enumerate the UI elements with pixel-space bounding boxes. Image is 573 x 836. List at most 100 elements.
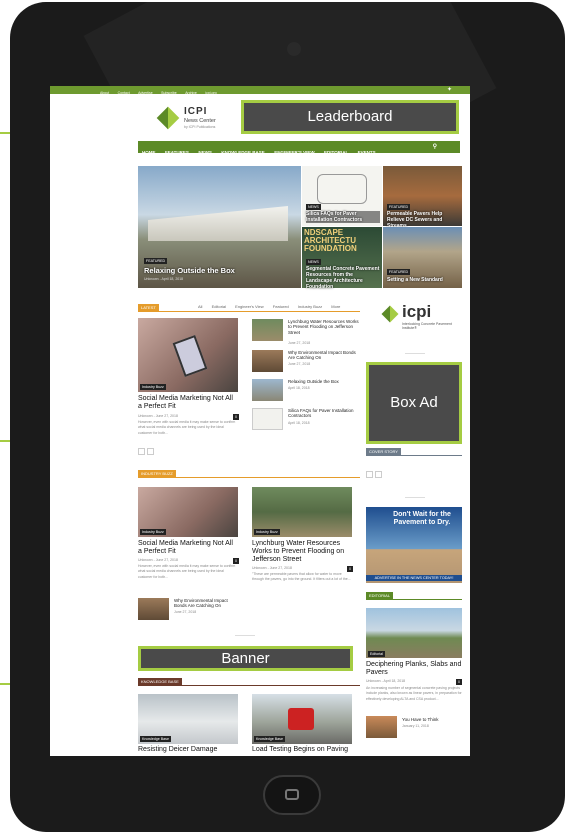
kb-2-tag: Knowledge Base xyxy=(254,736,285,742)
latest-item-1-title[interactable]: Lynchburg Water Resources Works to Preve… xyxy=(288,319,360,335)
kb-1-title[interactable]: Resisting Deicer Damage xyxy=(138,746,238,754)
buzz-small-title[interactable]: Why Environmental Impact Bonds Are Catch… xyxy=(174,598,238,609)
site-logo[interactable]: ICPI News Center by ICPI Publications xyxy=(156,104,240,138)
twitter-icon[interactable]: ✦ xyxy=(447,86,452,94)
buzz-small-thumb[interactable] xyxy=(138,598,169,620)
top-link-archive[interactable]: Archive xyxy=(185,91,197,95)
tablet-frame: About Contact Advertise Subscribe Archiv… xyxy=(10,2,565,832)
editorial-divider xyxy=(366,599,462,600)
cover-prev[interactable] xyxy=(366,471,373,478)
latest-item-2-title[interactable]: Why Environmental Impact Bonds Are Catch… xyxy=(288,350,360,361)
nav-engineers-view[interactable]: ENGINEER'S VIEW xyxy=(274,150,314,155)
latest-item-4-thumb[interactable] xyxy=(252,408,283,430)
latest-main-meta: Unknown - June 27, 2018 xyxy=(138,414,178,418)
sidebar-small-title[interactable]: You Have to Think xyxy=(402,717,462,722)
leaderboard-ad[interactable]: Leaderboard xyxy=(241,100,459,134)
nav-knowledge-base[interactable]: KNOWLEDGE BASE xyxy=(221,150,265,155)
latest-main-title[interactable]: Social Media Marketing Not All a Perfect… xyxy=(138,395,238,411)
buzz-left-title[interactable]: Social Media Marketing Not All a Perfect… xyxy=(138,540,238,556)
advertise-promo[interactable]: Don't Wait for the Pavement to Dry. ADVE… xyxy=(366,507,462,583)
editorial-tag: Editorial xyxy=(368,651,385,657)
top-link-advertise[interactable]: Advertise xyxy=(138,91,153,95)
latest-item-3-title[interactable]: Relaxing Outside the Box xyxy=(288,379,360,384)
sidebar-divider-2 xyxy=(405,497,425,498)
kb-1-tag: Knowledge Base xyxy=(140,736,171,742)
tile-1-tag: NEWS xyxy=(306,204,321,210)
hero-tile-3[interactable]: NDSCAPE ARCHITECTU FOUNDATION NEWS Segme… xyxy=(302,227,382,290)
pagination-next[interactable] xyxy=(147,448,154,455)
machine-image xyxy=(288,708,314,730)
latest-item-2-thumb[interactable] xyxy=(252,350,283,372)
hero-main-tag: FEATURED xyxy=(144,258,168,264)
top-link-subscribe[interactable]: Subscribe xyxy=(161,91,177,95)
sidebar-icpi-logo[interactable]: icpi Interlocking Concrete Pavement Inst… xyxy=(381,302,462,338)
tab-all[interactable]: All xyxy=(198,304,202,309)
banner-ad[interactable]: Banner xyxy=(138,646,353,671)
tile-1-title[interactable]: Silica FAQs for Paver Installation Contr… xyxy=(306,211,380,223)
latest-main-image[interactable]: Industry Buzz xyxy=(138,318,238,392)
pagination-prev[interactable] xyxy=(138,448,145,455)
latest-item-1-thumb[interactable] xyxy=(252,319,283,341)
tab-industry-buzz[interactable]: Industry Buzz xyxy=(298,304,322,309)
latest-item-2-meta: June 27, 2018 xyxy=(288,362,311,366)
tile-3-title[interactable]: Segmental Concrete Pavement Resources fr… xyxy=(306,266,380,290)
nav-home[interactable]: HOME xyxy=(142,150,156,155)
kb-2-image[interactable]: Knowledge Base xyxy=(252,694,352,744)
search-icon[interactable]: ⚲ xyxy=(433,141,437,153)
tab-engineers-view[interactable]: Engineer's View xyxy=(235,304,263,309)
hero-main[interactable]: FEATURED Relaxing Outside the Box Unknow… xyxy=(138,166,301,288)
cover-next[interactable] xyxy=(375,471,382,478)
icpi-tagline: Interlocking Concrete Pavement Institute… xyxy=(402,322,452,330)
main-nav: HOME FEATURES NEWS KNOWLEDGE BASE ENGINE… xyxy=(138,141,460,155)
cover-story-divider xyxy=(366,455,462,456)
nav-editorial[interactable]: EDITORIAL xyxy=(324,150,348,155)
box-ad[interactable]: Box Ad xyxy=(366,362,462,444)
logo-mark-icon xyxy=(156,106,180,130)
hero-tile-1[interactable]: NEWS Silica FAQs for Paver Installation … xyxy=(302,166,382,226)
buzz-right-image[interactable]: Industry Buzz xyxy=(252,487,352,537)
buzz-right-meta: Unknown - June 27, 2018 xyxy=(252,566,292,570)
tile-1-sketch xyxy=(317,174,367,204)
sidebar-small-meta: January 11, 2018 xyxy=(402,724,429,728)
cover-story-header: COVER STORY xyxy=(366,448,401,455)
top-link-icpi[interactable]: icpi.org xyxy=(205,91,216,95)
tab-editorial[interactable]: Editorial xyxy=(212,304,226,309)
buzz-divider xyxy=(138,477,360,478)
buzz-right-tag: Industry Buzz xyxy=(254,529,280,535)
tab-more[interactable]: More xyxy=(331,304,340,309)
logo-subtitle: News Center xyxy=(184,118,216,124)
latest-item-4-meta: April 18, 2018 xyxy=(288,421,310,425)
hero-tile-4[interactable]: FEATURED Setting a New Standard xyxy=(383,227,462,288)
kb-header: KNOWLEDGE BASE xyxy=(138,678,182,685)
latest-item-3-thumb[interactable] xyxy=(252,379,283,401)
tab-featured[interactable]: Featured xyxy=(273,304,289,309)
latest-item-4-title[interactable]: Silica FAQs for Paver Installation Contr… xyxy=(288,408,360,419)
nav-features[interactable]: FEATURES xyxy=(165,150,189,155)
editorial-header: EDITORIAL xyxy=(366,592,394,599)
kb-1-image[interactable]: Knowledge Base xyxy=(138,694,238,744)
buzz-header: INDUSTRY BUZZ xyxy=(138,470,176,477)
editorial-comments[interactable]: 0 xyxy=(456,679,462,685)
home-button[interactable] xyxy=(263,775,321,815)
buzz-left-image[interactable]: Industry Buzz xyxy=(138,487,238,537)
logo-title: ICPI xyxy=(184,106,208,117)
editorial-excerpt: An increasing number of segmental concre… xyxy=(366,686,462,701)
buzz-right-title[interactable]: Lynchburg Water Resources Works to Preve… xyxy=(252,540,352,564)
kb-2-title[interactable]: Load Testing Begins on Paving xyxy=(252,746,352,754)
tile-4-tag: FEATURED xyxy=(387,269,411,275)
sidebar-small-thumb[interactable] xyxy=(366,716,397,738)
buzz-left-tag: Industry Buzz xyxy=(140,529,166,535)
nav-events[interactable]: EVENTS xyxy=(358,150,376,155)
nav-news[interactable]: NEWS xyxy=(198,150,212,155)
hero-tile-2[interactable]: FEATURED Permeable Pavers Help Relieve D… xyxy=(383,166,462,229)
editorial-title[interactable]: Deciphering Planks, Slabs and Pavers xyxy=(366,661,462,677)
tile-2-tag: FEATURED xyxy=(387,204,411,210)
buzz-small-meta: June 27, 2018 xyxy=(174,610,197,614)
top-link-contact[interactable]: Contact xyxy=(118,91,130,95)
top-link-about[interactable]: About xyxy=(100,91,109,95)
latest-item-1-meta: June 27, 2018 xyxy=(288,341,311,345)
latest-divider xyxy=(138,311,360,312)
hero-main-title[interactable]: Relaxing Outside the Box xyxy=(144,266,235,275)
editorial-image[interactable]: Editorial xyxy=(366,608,462,658)
tile-4-title[interactable]: Setting a New Standard xyxy=(387,277,459,283)
